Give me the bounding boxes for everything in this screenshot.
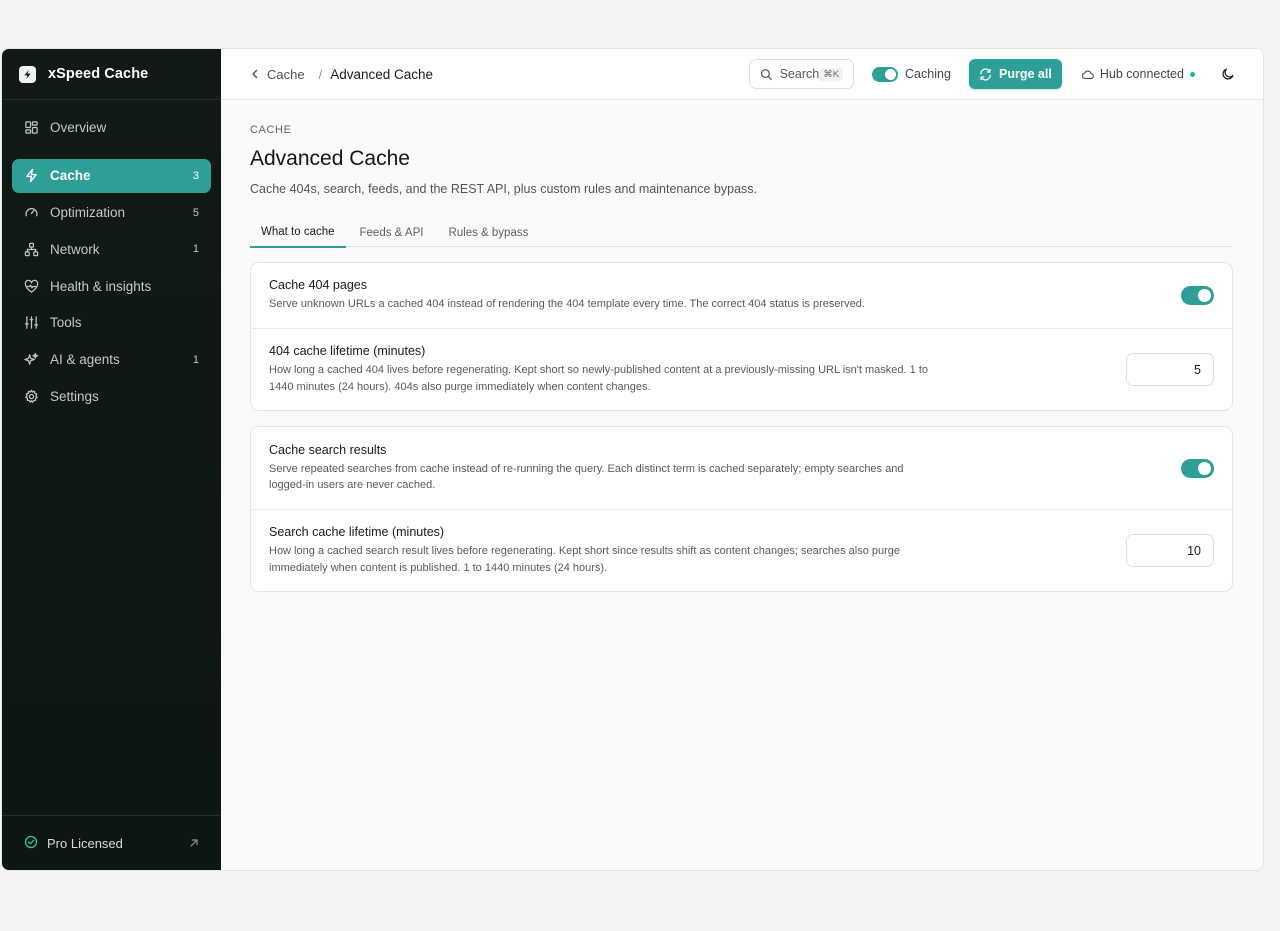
hub-label: Hub connected (1099, 67, 1184, 81)
topbar: Cache / Advanced Cache Search ⌘K Caching… (221, 49, 1263, 100)
caching-toggle[interactable]: Caching (872, 66, 951, 82)
breadcrumb-separator: / (318, 66, 323, 82)
sidebar-item-count: 1 (192, 353, 199, 366)
heart-pulse-icon (23, 278, 39, 294)
sidebar-item-label: AI & agents (50, 352, 120, 368)
breadcrumb-current: Advanced Cache (330, 66, 434, 82)
settings-card-search: Cache search results Serve repeated sear… (250, 426, 1233, 592)
purge-all-button[interactable]: Purge all (968, 59, 1062, 89)
hub-status[interactable]: Hub connected (1081, 67, 1195, 81)
tab-rules-bypass[interactable]: Rules & bypass (437, 218, 539, 247)
sliders-icon (23, 315, 39, 331)
setting-title: 404 cache lifetime (minutes) (269, 344, 426, 358)
sidebar-item-health[interactable]: Health & insights (12, 269, 211, 303)
refresh-icon (980, 67, 991, 81)
sidebar-item-label: Network (50, 241, 100, 257)
search-button[interactable]: Search ⌘K (749, 59, 855, 89)
breadcrumb-back[interactable]: Cache (251, 67, 305, 82)
sidebar-item-label: Tools (50, 315, 82, 331)
tab-bar: What to cache Feeds & API Rules & bypass (250, 218, 1233, 248)
gear-icon (23, 389, 39, 405)
setting-row-cache-search: Cache search results Serve repeated sear… (251, 427, 1232, 509)
logo-icon (19, 65, 36, 83)
sidebar-item-settings[interactable]: Settings (12, 380, 211, 414)
setting-description: Serve unknown URLs a cached 404 instead … (269, 298, 865, 311)
theme-toggle-button[interactable] (1221, 67, 1235, 81)
setting-row-search-lifetime: Search cache lifetime (minutes) How long… (251, 509, 1232, 591)
sidebar-item-overview[interactable]: Overview (12, 110, 211, 144)
setting-title: Search cache lifetime (minutes) (269, 525, 445, 539)
setting-row-cache-404: Cache 404 pages Serve unknown URLs a cac… (251, 263, 1232, 328)
app-window: xSpeed Cache Overview Cache 3 Optimizati… (1, 48, 1264, 871)
setting-description: How long a cached search result lives be… (269, 545, 901, 574)
moon-icon (1222, 68, 1234, 80)
search-shortcut: ⌘K (819, 67, 844, 81)
404-lifetime-input[interactable] (1126, 353, 1214, 386)
grid-icon (23, 119, 39, 135)
brand-name: xSpeed Cache (48, 66, 149, 82)
setting-row-404-lifetime: 404 cache lifetime (minutes) How long a … (251, 328, 1232, 410)
sidebar-item-label: Optimization (50, 205, 126, 221)
sidebar-item-optimization[interactable]: Optimization 5 (12, 196, 211, 230)
search-lifetime-input[interactable] (1126, 534, 1214, 567)
purge-all-label: Purge all (999, 67, 1052, 81)
sidebar-item-ai-agents[interactable]: AI & agents 1 (12, 343, 211, 377)
caching-label: Caching (905, 67, 951, 81)
setting-title: Cache 404 pages (269, 278, 367, 293)
page-description: Cache 404s, search, feeds, and the REST … (250, 182, 758, 196)
chevron-left-icon (252, 69, 258, 79)
sparkles-icon (23, 352, 39, 368)
sidebar-item-count: 5 (192, 206, 199, 219)
sidebar-item-label: Health & insights (50, 278, 152, 294)
page-title: Advanced Cache (250, 147, 410, 170)
sidebar: xSpeed Cache Overview Cache 3 Optimizati… (2, 49, 221, 870)
main-panel: Cache / Advanced Cache Search ⌘K Caching… (221, 49, 1263, 870)
lightning-icon (23, 168, 39, 184)
check-circle-icon (24, 835, 38, 852)
breadcrumb-parent: Cache (267, 66, 305, 82)
cache-404-toggle[interactable] (1181, 286, 1214, 305)
tab-feeds-api[interactable]: Feeds & API (349, 218, 435, 247)
network-icon (23, 241, 39, 257)
cloud-icon (1081, 69, 1094, 79)
setting-title: Cache search results (269, 442, 387, 457)
page-content: CACHE Advanced Cache Cache 404s, search,… (221, 100, 1263, 592)
gauge-icon (23, 205, 39, 221)
sidebar-item-count: 3 (192, 169, 199, 182)
sidebar-item-count: 1 (192, 243, 199, 256)
caching-switch[interactable] (872, 66, 899, 82)
search-label: Search (779, 67, 820, 81)
search-icon (760, 68, 772, 80)
setting-description: How long a cached 404 lives before regen… (269, 364, 928, 393)
sidebar-item-label: Cache (50, 168, 91, 184)
license-status[interactable]: Pro Licensed (2, 815, 221, 870)
tab-what-to-cache[interactable]: What to cache (250, 218, 346, 248)
sidebar-item-network[interactable]: Network 1 (12, 232, 211, 266)
license-label: Pro Licensed (47, 835, 123, 851)
cache-search-toggle[interactable] (1181, 458, 1214, 478)
settings-card-404: Cache 404 pages Serve unknown URLs a cac… (250, 262, 1233, 411)
page-eyebrow: CACHE (250, 124, 292, 136)
sidebar-item-label: Overview (50, 119, 107, 135)
sidebar-item-cache[interactable]: Cache 3 (12, 158, 211, 193)
sidebar-nav: Overview Cache 3 Optimization 5 Network … (2, 100, 221, 815)
brand: xSpeed Cache (2, 49, 221, 100)
external-arrow-icon (189, 836, 199, 851)
hub-status-dot (1190, 71, 1195, 77)
sidebar-item-label: Settings (50, 389, 99, 405)
sidebar-item-tools[interactable]: Tools (12, 306, 211, 340)
setting-description: Serve repeated searches from cache inste… (269, 462, 904, 492)
